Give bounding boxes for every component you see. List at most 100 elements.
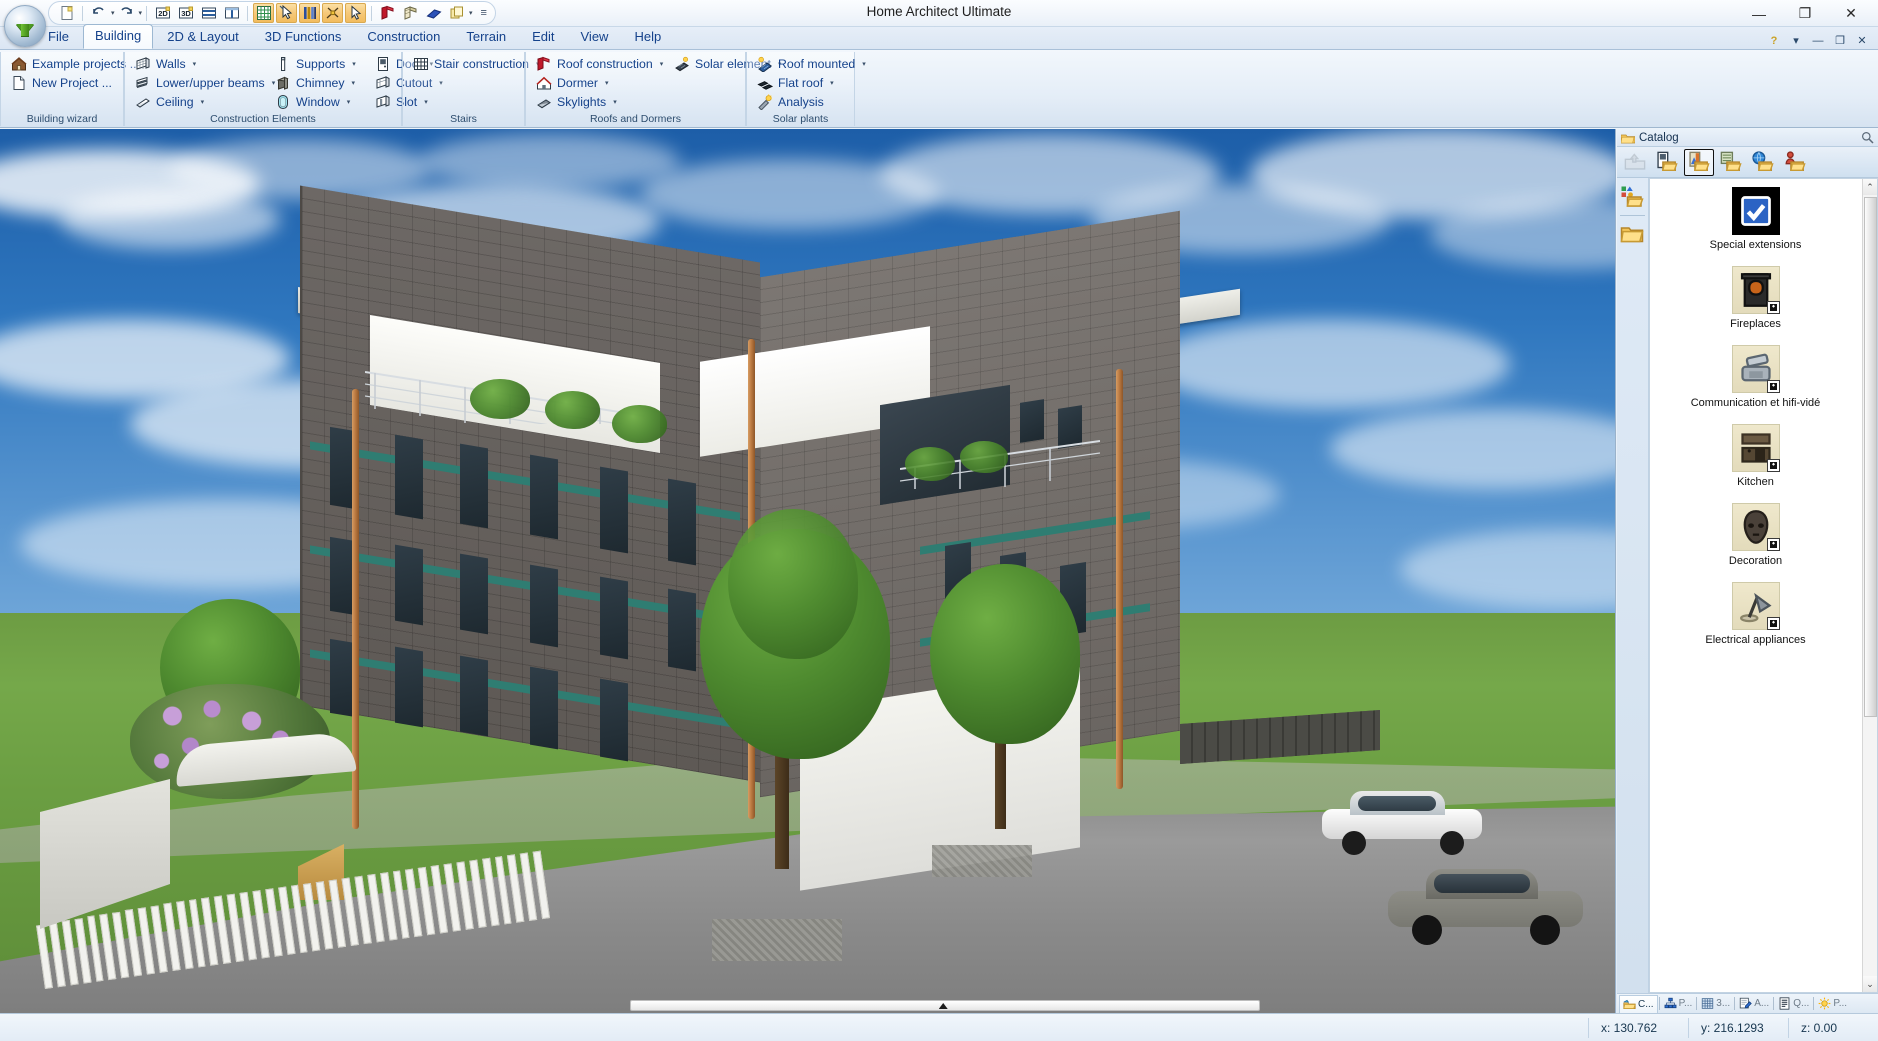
application-orb-button[interactable] xyxy=(4,5,46,47)
catalog-side-shapes[interactable] xyxy=(1617,182,1647,212)
ribbon-item-flat-roof[interactable]: Flat roof ▾ xyxy=(755,74,868,92)
ribbon-item-dormer[interactable]: Dormer ▾ xyxy=(534,74,665,92)
search-icon[interactable] xyxy=(1861,131,1874,144)
chevron-down-icon[interactable]: ▾ xyxy=(352,79,356,87)
ribbon-restore-button[interactable]: ❐ xyxy=(1832,34,1848,47)
tab-edit[interactable]: Edit xyxy=(520,25,566,49)
qat-view-2d-button[interactable]: 2D xyxy=(152,3,173,23)
chevron-down-icon[interactable]: ▾ xyxy=(201,98,205,106)
qat-arrow-select-button[interactable] xyxy=(345,3,367,23)
catalog-scrollbar-thumb[interactable] xyxy=(1864,197,1877,717)
catalog-item-list[interactable]: Special extensions Fireplaces Communicatio… xyxy=(1649,178,1878,993)
catalog-item[interactable]: Decoration xyxy=(1650,497,1861,574)
chevron-down-icon[interactable]: ▾ xyxy=(347,98,351,106)
catalog-bottom-tabs[interactable]: C... P... 3... A... Q... P... xyxy=(1617,993,1878,1013)
tab-construction[interactable]: Construction xyxy=(355,25,452,49)
scrollbar-thumb[interactable] xyxy=(630,1000,1260,1011)
qat-redo-button[interactable] xyxy=(116,3,137,23)
quick-access-toolbar[interactable]: ▾ ▾ 2D 3D ▾ ≡ xyxy=(48,1,496,25)
chevron-down-icon[interactable]: ▾ xyxy=(613,98,617,106)
catalog-bottom-tab-3[interactable]: A... xyxy=(1736,995,1772,1013)
ribbon-item-window[interactable]: Window ▾ xyxy=(273,93,358,111)
ribbon-minimize-button[interactable]: — xyxy=(1810,35,1826,47)
chevron-down-icon[interactable]: ▾ xyxy=(139,9,143,17)
ribbon-item-skylights[interactable]: Skylights ▾ xyxy=(534,93,665,111)
3d-viewport[interactable] xyxy=(0,129,1616,1013)
tab-help[interactable]: Help xyxy=(622,25,673,49)
catalog-tab-people[interactable] xyxy=(1780,149,1810,176)
qat-overflow-icon[interactable]: ≡ xyxy=(481,7,487,19)
catalog-vertical-scrollbar[interactable]: ⌃ ⌄ xyxy=(1862,179,1877,992)
qat-select-pointer-button[interactable] xyxy=(276,3,298,23)
chevron-down-icon[interactable]: ▾ xyxy=(469,9,473,17)
catalog-item[interactable]: Fireplaces xyxy=(1650,260,1861,337)
qat-split-vertical-button[interactable] xyxy=(221,3,242,23)
qat-undo-button[interactable] xyxy=(88,3,109,23)
ribbon-item-analysis[interactable]: Analysis xyxy=(755,93,868,111)
quantity-list-icon xyxy=(1778,997,1791,1010)
qat-split-horizontal-button[interactable] xyxy=(198,3,219,23)
ribbon-item-supports[interactable]: Supports ▾ xyxy=(273,55,358,73)
window-minimize-button[interactable]: — xyxy=(1736,1,1782,27)
chevron-down-icon[interactable]: ▾ xyxy=(862,60,866,68)
window-maximize-button[interactable]: ❐ xyxy=(1782,1,1828,27)
ribbon-item-lower-upper-beams[interactable]: Lower/upper beams ▾ xyxy=(133,74,277,92)
catalog-bottom-tab-0[interactable]: C... xyxy=(1619,994,1658,1013)
help-icon[interactable]: ? xyxy=(1766,35,1782,47)
catalog-bottom-tab-1[interactable]: P... xyxy=(1661,995,1696,1013)
ribbon-item-walls[interactable]: Walls ▾ xyxy=(133,55,277,73)
tab-terrain[interactable]: Terrain xyxy=(454,25,518,49)
catalog-side-toolbar[interactable] xyxy=(1617,178,1649,993)
qat-new-document-button[interactable] xyxy=(56,3,77,23)
qat-snap-button[interactable] xyxy=(322,3,344,23)
divider xyxy=(1773,997,1775,1010)
catalog-tab-upload[interactable] xyxy=(1620,149,1650,176)
catalog-tab-objects[interactable] xyxy=(1684,148,1714,176)
ribbon-item-roof-mounted[interactable]: Roof mounted ▾ xyxy=(755,55,868,73)
tab-3d-functions[interactable]: 3D Functions xyxy=(253,25,354,49)
catalog-item[interactable]: Communication et hifi-vidé xyxy=(1650,339,1861,416)
scroll-down-arrow-icon[interactable]: ⌄ xyxy=(1863,976,1877,992)
ribbon-item-ceiling[interactable]: Ceiling ▾ xyxy=(133,93,277,111)
chevron-down-icon[interactable]: ▾ xyxy=(111,9,115,17)
catalog-tab-textures[interactable] xyxy=(1716,149,1746,176)
chevron-down-icon[interactable]: ▾ xyxy=(660,60,664,68)
ribbon-column: Example projects ... New Project ... xyxy=(9,55,142,93)
catalog-side-folder[interactable] xyxy=(1617,219,1647,249)
ribbon-item-new-project[interactable]: New Project ... xyxy=(9,74,142,92)
chevron-down-icon[interactable]: ▾ xyxy=(352,60,356,68)
qat-layers-button[interactable] xyxy=(299,3,321,23)
ribbon-item-roof-construction[interactable]: Roof construction ▾ xyxy=(534,55,665,73)
chevron-down-icon[interactable]: ▾ xyxy=(830,79,834,87)
tab-building[interactable]: Building xyxy=(82,24,154,49)
window-close-button[interactable]: ✕ xyxy=(1828,1,1874,27)
car-dark xyxy=(1388,867,1583,945)
ribbon-item-chimney[interactable]: Chimney ▾ xyxy=(273,74,358,92)
catalog-tab-world[interactable] xyxy=(1748,149,1778,176)
qat-copies-button[interactable] xyxy=(446,3,467,23)
catalog-category-tabs[interactable] xyxy=(1617,147,1878,178)
catalog-tab-doors[interactable] xyxy=(1652,149,1682,176)
catalog-bottom-tab-5[interactable]: P... xyxy=(1815,995,1850,1013)
chevron-down-icon[interactable]: ▾ xyxy=(1788,34,1804,47)
chevron-down-icon[interactable]: ▾ xyxy=(193,60,197,68)
viewport-horizontal-scrollbar[interactable] xyxy=(0,997,1615,1013)
tab-view[interactable]: View xyxy=(569,25,621,49)
catalog-title-label: Catalog xyxy=(1639,131,1679,144)
catalog-item[interactable]: Electrical appliances xyxy=(1650,576,1861,653)
qat-view-3d-button[interactable]: 3D xyxy=(175,3,196,23)
qat-roof-hatch-button[interactable] xyxy=(400,3,421,23)
chevron-down-icon[interactable]: ▾ xyxy=(605,79,609,87)
ribbon-close-button[interactable]: ✕ xyxy=(1854,34,1870,47)
tab-2d-layout[interactable]: 2D & Layout xyxy=(155,25,251,49)
qat-grid-button[interactable] xyxy=(253,3,275,23)
ribbon-item-stair-construction[interactable]: Stair construction▾ xyxy=(411,55,542,73)
catalog-item[interactable]: Kitchen xyxy=(1650,418,1861,495)
qat-wedge-blue-button[interactable] xyxy=(423,3,444,23)
catalog-bottom-tab-4[interactable]: Q... xyxy=(1775,995,1812,1013)
ribbon-item-example-projects[interactable]: Example projects ... xyxy=(9,55,142,73)
catalog-item[interactable]: Special extensions xyxy=(1650,181,1861,258)
catalog-bottom-tab-2[interactable]: 3... xyxy=(1698,995,1733,1013)
qat-roof-red-button[interactable] xyxy=(377,3,398,23)
scroll-up-arrow-icon[interactable]: ⌃ xyxy=(1863,179,1877,195)
